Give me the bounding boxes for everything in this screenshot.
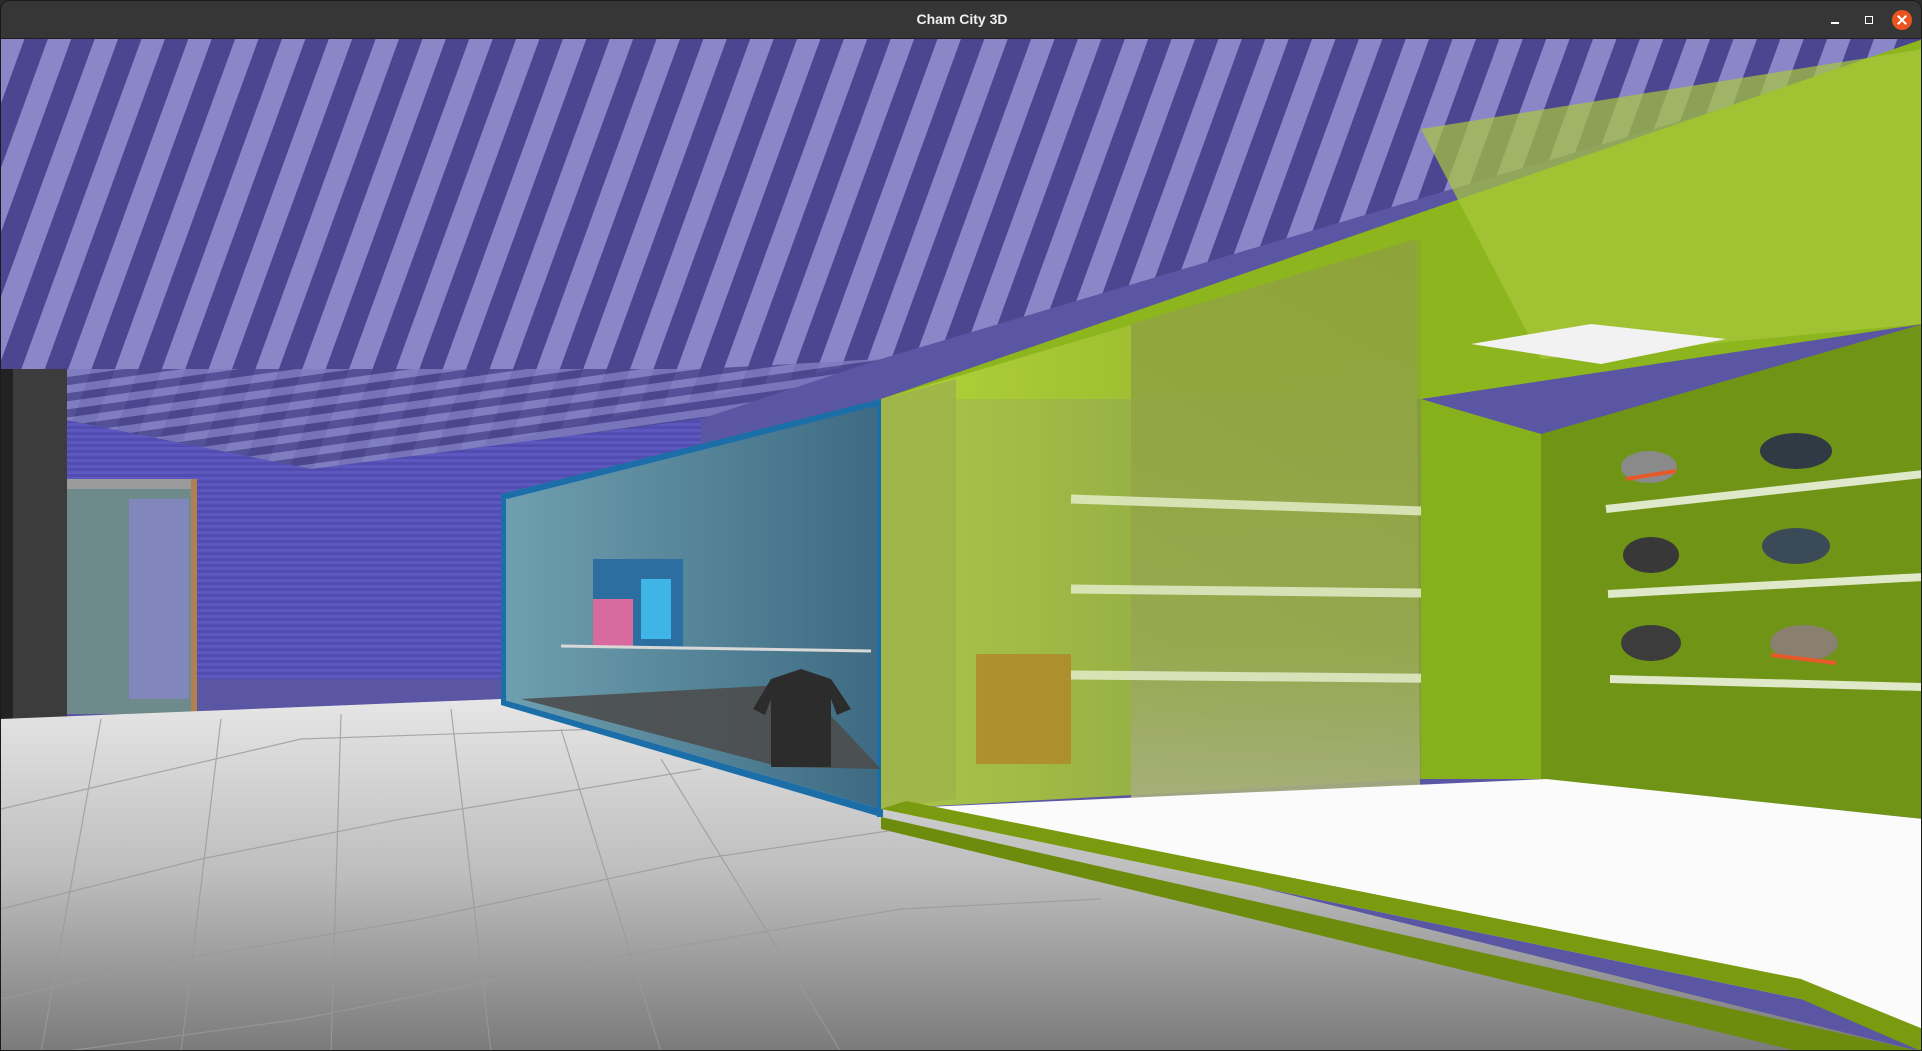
desk [976, 654, 1071, 764]
shoe-wall [1541, 324, 1921, 819]
3d-viewport[interactable] [1, 39, 1922, 1051]
app-window: Cham City 3D [0, 0, 1922, 1051]
window-title: Cham City 3D [916, 11, 1008, 27]
minimize-icon[interactable] [1825, 10, 1845, 30]
maximize-icon[interactable] [1859, 10, 1879, 30]
title-bar[interactable]: Cham City 3D [1, 1, 1921, 39]
close-icon[interactable] [1892, 10, 1912, 30]
scene-canvas[interactable] [1, 39, 1922, 1051]
